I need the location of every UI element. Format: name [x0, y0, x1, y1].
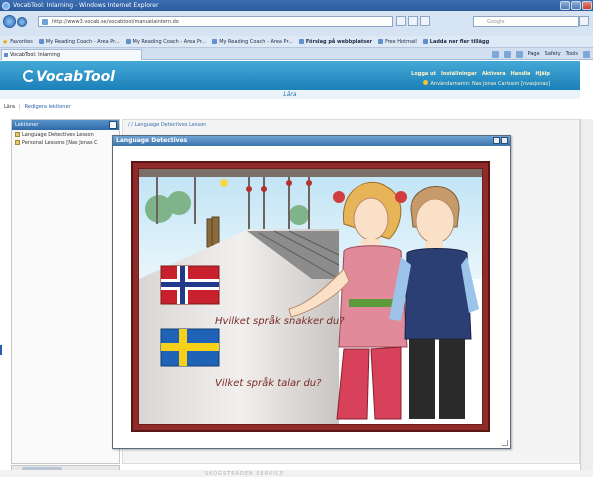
- sweden-flag-icon: [160, 328, 220, 367]
- tab-favicon-icon: [4, 53, 8, 57]
- lesson-item-language-detectives[interactable]: Language Detectives Lesson: [12, 130, 119, 138]
- favorite-link[interactable]: My Reading Coach - Area Pr...: [38, 39, 120, 45]
- lesson-item-personal[interactable]: Personal Lessons [Nas Jonas C: [12, 138, 119, 146]
- help-icon[interactable]: [583, 51, 590, 58]
- settings-link[interactable]: Inställningar: [441, 71, 477, 77]
- swedish-question: Vilket språk talar du?: [215, 378, 322, 389]
- page-icon: [378, 39, 384, 44]
- favorites-button[interactable]: ★ Favorites: [2, 38, 33, 46]
- search-icon[interactable]: [579, 16, 589, 26]
- app-header: VocabTool Logga ut Inställningar Aktiver…: [0, 61, 580, 90]
- address-bar-area: http://www3.vocab.se/vocabtool/manuelain…: [0, 11, 593, 36]
- popup-titlebar[interactable]: Language Detectives: [113, 136, 510, 146]
- shop-link[interactable]: Handla: [511, 71, 531, 77]
- lessons-panel-header: Lektioner: [12, 120, 119, 130]
- maximize-button[interactable]: [571, 1, 581, 10]
- stop-icon[interactable]: [420, 16, 430, 26]
- app-top-menu: Logga ut Inställningar Aktivera Handla H…: [411, 71, 550, 77]
- breadcrumb: / / Language Detectives Lesson: [128, 122, 207, 128]
- activate-link[interactable]: Aktivera: [482, 71, 506, 77]
- status-area: [0, 470, 593, 477]
- lesson-scene[interactable]: Hvilket språk snakker du? Vilket språk t…: [138, 168, 483, 425]
- back-arrow-icon[interactable]: [3, 15, 16, 28]
- tab-vocabtool[interactable]: VocabTool: Inlarning: [1, 49, 142, 60]
- page-icon: [298, 39, 304, 44]
- address-actions: [396, 16, 430, 26]
- favorite-link[interactable]: My Reading Coach - Area Pr...: [212, 39, 293, 45]
- get-addons-link[interactable]: Ladda ner fler tillägg: [422, 39, 489, 45]
- safety-menu[interactable]: Safety: [545, 49, 561, 59]
- footer-text: SKOGSTRÄDEN SERVICE: [205, 471, 285, 477]
- sun-icon: [220, 179, 228, 187]
- user-icon: [423, 80, 429, 85]
- edge-marker: [0, 345, 2, 355]
- collapse-icon[interactable]: [109, 121, 117, 129]
- favorite-link[interactable]: My Reading Coach - Area Pr...: [125, 39, 206, 45]
- lesson-icon: [15, 140, 20, 145]
- site-favicon-icon: [42, 19, 48, 25]
- url-input[interactable]: http://www3.vocab.se/vocabtool/manuelain…: [38, 16, 393, 27]
- url-text: http://www3.vocab.se/vocabtool/manuelain…: [52, 19, 179, 25]
- star-icon: ★: [2, 37, 9, 46]
- close-window-button[interactable]: [582, 1, 592, 10]
- logo-swoosh-icon: [23, 70, 35, 82]
- print-icon[interactable]: [515, 51, 523, 58]
- lesson-scene-frame: Hvilket språk snakker du? Vilket språk t…: [131, 161, 490, 432]
- help-link[interactable]: Hjälp: [535, 71, 550, 77]
- suggested-sites-link[interactable]: Förslag på webbplatser: [298, 39, 372, 45]
- tools-menu[interactable]: Tools: [566, 49, 578, 59]
- tab-bar: VocabTool: Inlarning Page Safety Tools: [0, 48, 593, 60]
- sub-navigation: Lära | Redigera lektioner: [4, 104, 71, 110]
- favorite-link[interactable]: Free Hotmail: [378, 39, 417, 45]
- popup-minimize-button[interactable]: [493, 137, 500, 144]
- feeds-icon[interactable]: [503, 51, 511, 58]
- home-icon[interactable]: [491, 51, 499, 58]
- lessons-panel: Lektioner Language Detectives Lesson Per…: [11, 119, 120, 464]
- popup-controls: [493, 137, 508, 144]
- refresh-icon[interactable]: [408, 16, 418, 26]
- compat-view-icon[interactable]: [396, 16, 406, 26]
- ie-logo-icon: [2, 2, 10, 10]
- section-title: Lära: [0, 90, 580, 99]
- search-input[interactable]: Google: [473, 16, 579, 27]
- resize-grip-icon[interactable]: [502, 440, 508, 446]
- norway-flag-icon: [160, 265, 220, 305]
- window-title: VocabTool: Inlarning - Windows Internet …: [13, 2, 159, 9]
- app-logo[interactable]: VocabTool: [23, 69, 115, 85]
- search-placeholder: Google: [487, 19, 505, 25]
- norwegian-question: Hvilket språk snakker du?: [215, 316, 345, 327]
- window-controls: [560, 1, 592, 10]
- popup-close-button[interactable]: [501, 137, 508, 144]
- page-menu[interactable]: Page: [528, 49, 540, 59]
- lesson-popup-window: Language Detectives Hvilket språk snakke…: [112, 135, 511, 449]
- tab-label: VocabTool: Inlarning: [10, 52, 61, 58]
- minimize-button[interactable]: [560, 1, 570, 10]
- window-titlebar: VocabTool: Inlarning - Windows Internet …: [0, 0, 593, 11]
- page-icon: [38, 39, 44, 44]
- user-info: Användarnamn: Nas Jonas Carlsson [nvasjo…: [423, 80, 550, 87]
- popup-title: Language Detectives: [116, 137, 188, 144]
- favorites-bar: ★ Favorites My Reading Coach - Area Pr...…: [0, 36, 593, 48]
- vertical-scrollbar[interactable]: [580, 119, 593, 475]
- command-bar: Page Safety Tools: [491, 49, 590, 59]
- subnav-current[interactable]: Lära: [4, 104, 15, 110]
- page-icon: [422, 39, 428, 44]
- logout-link[interactable]: Logga ut: [411, 71, 436, 77]
- page-icon: [212, 39, 218, 44]
- page-icon: [125, 39, 131, 44]
- forward-arrow-icon[interactable]: [17, 17, 27, 27]
- lesson-icon: [15, 132, 20, 137]
- edit-lessons-link[interactable]: Redigera lektioner: [25, 104, 71, 110]
